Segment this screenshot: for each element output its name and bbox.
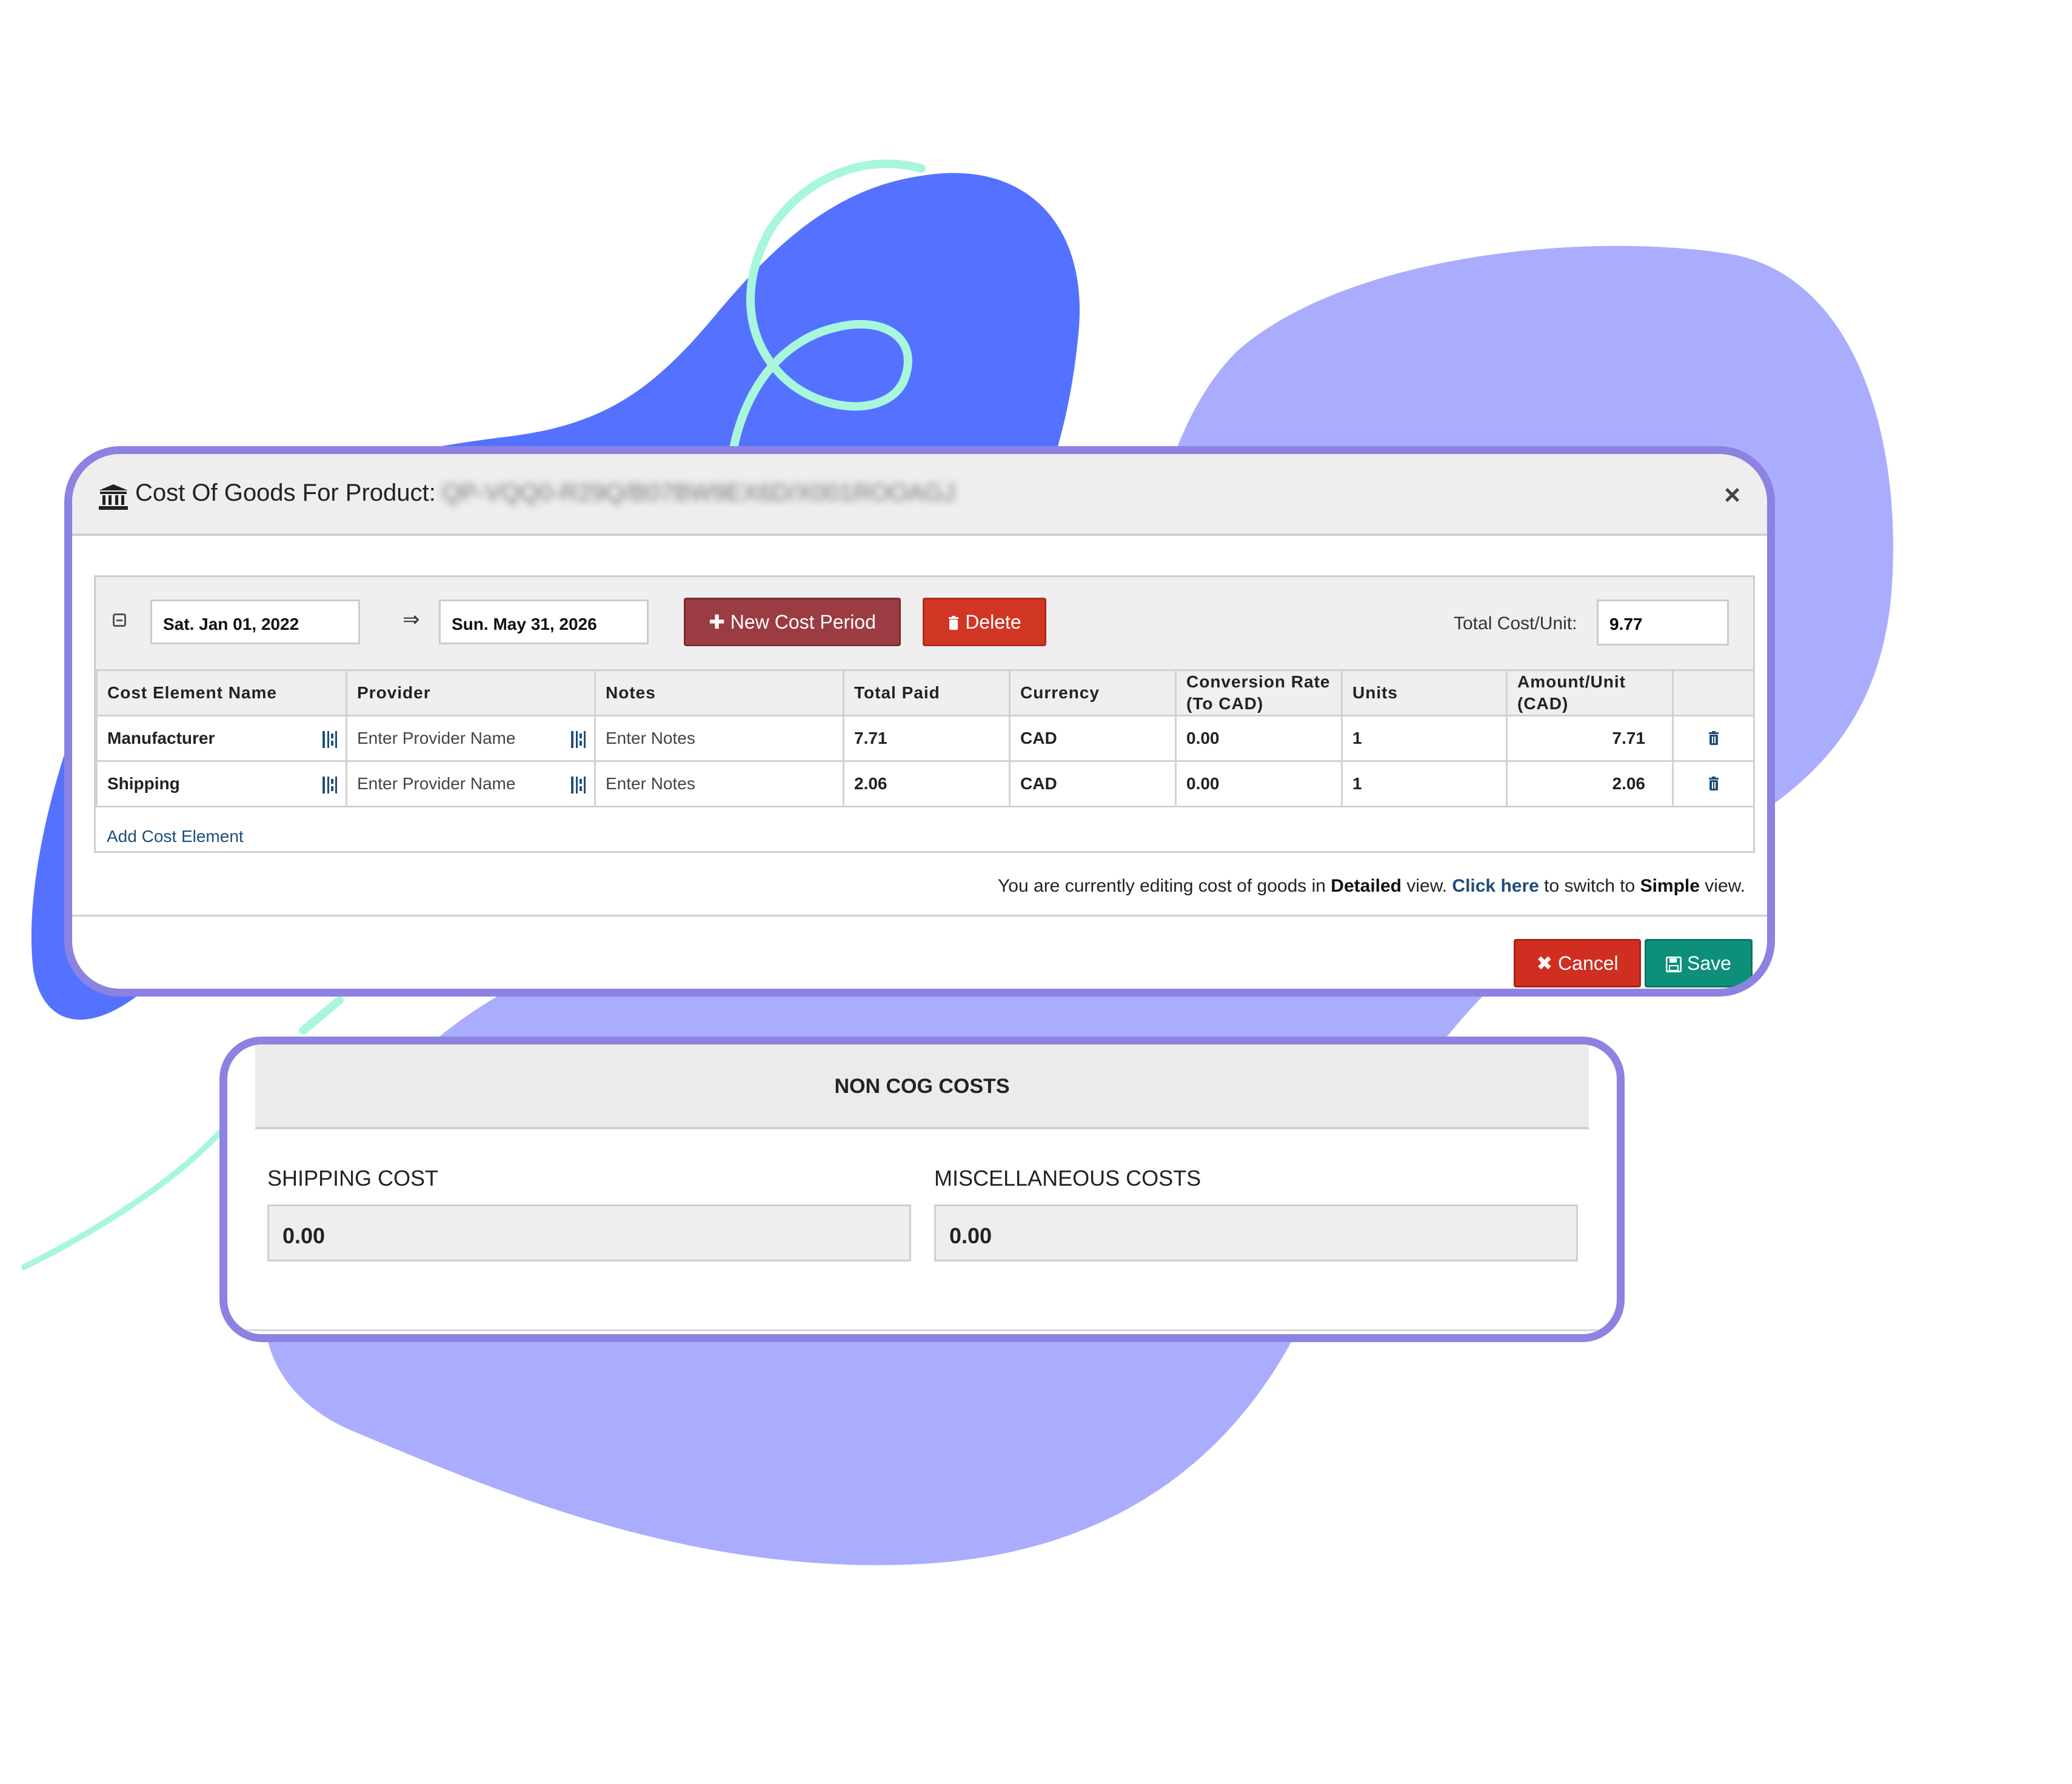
mint-line-short xyxy=(299,996,344,1035)
product-id: QP-VQQ0-R29Q/B07BW9EX6D/X001ROOAGJ xyxy=(441,479,955,506)
date-range-arrow-icon: ⇒ xyxy=(403,608,420,631)
view-mode-alternate: Simple xyxy=(1640,876,1700,896)
provider-input: Enter Provider Name xyxy=(357,729,516,747)
notes-input[interactable]: Enter Notes xyxy=(594,760,844,807)
provider-input: Enter Provider Name xyxy=(357,774,516,793)
barcode-icon[interactable] xyxy=(571,777,587,793)
new-cost-period-button[interactable]: ✚ New Cost Period xyxy=(684,598,901,646)
cost-element-name-cell[interactable]: Manufacturer xyxy=(96,715,347,762)
amount-per-unit: 7.71 xyxy=(1506,715,1674,762)
dialog-header: Cost Of Goods For Product: QP-VQQ0-R29Q/B… xyxy=(72,454,1767,536)
barcode-icon[interactable] xyxy=(322,731,338,748)
column-header: Total Paid xyxy=(843,669,1011,717)
column-header xyxy=(1672,669,1755,717)
total-paid-input[interactable]: 7.71 xyxy=(843,715,1011,762)
units-input[interactable]: 1 xyxy=(1341,760,1508,807)
cost-period-panel: Sat. Jan 01, 2022 ⇒ Sun. May 31, 2026 ✚ … xyxy=(94,575,1755,853)
currency-select[interactable]: CAD xyxy=(1009,760,1177,807)
new-cost-period-label: New Cost Period xyxy=(730,611,876,633)
currency-select[interactable]: CAD xyxy=(1009,715,1177,762)
view-note-middle: view. xyxy=(1406,876,1448,896)
column-header: Cost Element Name xyxy=(96,669,347,717)
shipping-cost-input[interactable]: 0.00 xyxy=(267,1204,911,1261)
footer-divider xyxy=(72,915,1767,917)
save-label: Save xyxy=(1686,952,1731,974)
provider-cell[interactable]: Enter Provider Name xyxy=(346,760,596,807)
cost-element-name: Shipping xyxy=(107,774,180,793)
dialog-title-text: Cost Of Goods For Product: xyxy=(135,479,436,506)
trash-icon xyxy=(949,616,959,630)
miscellaneous-costs-input[interactable]: 0.00 xyxy=(934,1204,1578,1261)
cancel-label: Cancel xyxy=(1558,952,1619,974)
amount-per-unit: 2.06 xyxy=(1506,760,1674,807)
cost-of-goods-dialog: Cost Of Goods For Product: QP-VQQ0-R29Q/B… xyxy=(64,446,1775,997)
miscellaneous-costs-label: MISCELLANEOUS COSTS xyxy=(934,1166,1201,1191)
floppy-disk-icon xyxy=(1665,956,1682,973)
table-row: Manufacturer Enter Provider Name Enter N… xyxy=(96,715,1755,762)
column-header: Currency xyxy=(1009,669,1177,717)
add-cost-element-link[interactable]: Add Cost Element xyxy=(107,827,244,846)
cost-element-name: Manufacturer xyxy=(107,729,215,747)
non-cog-header: NON COG COSTS xyxy=(255,1044,1589,1129)
column-header: Provider xyxy=(346,669,596,717)
view-mode-current: Detailed xyxy=(1331,876,1402,896)
view-mode-note: You are currently editing cost of goods … xyxy=(998,876,1745,897)
provider-cell[interactable]: Enter Provider Name xyxy=(346,715,596,762)
end-date-input[interactable]: Sun. May 31, 2026 xyxy=(439,600,649,644)
save-button[interactable]: Save xyxy=(1645,939,1753,987)
cost-elements-table: Cost Element Name Provider Notes Total P… xyxy=(96,669,1755,807)
view-note-prefix: You are currently editing cost of goods … xyxy=(998,876,1326,896)
close-icon: ✖ xyxy=(1536,952,1559,974)
delete-button[interactable]: Delete xyxy=(923,598,1046,646)
close-icon[interactable]: × xyxy=(1724,478,1740,511)
units-input[interactable]: 1 xyxy=(1341,715,1508,762)
notes-input[interactable]: Enter Notes xyxy=(594,715,844,762)
total-cost-label: Total Cost/Unit: xyxy=(1454,613,1577,633)
view-note-suffix: to switch to xyxy=(1544,876,1636,896)
column-header: Notes xyxy=(594,669,844,717)
dialog-title: Cost Of Goods For Product: QP-VQQ0-R29Q/B… xyxy=(135,479,955,507)
conversion-rate-input[interactable]: 0.00 xyxy=(1175,715,1343,762)
table-row: Shipping Enter Provider Name Enter Notes… xyxy=(96,760,1755,807)
mint-line xyxy=(21,1118,233,1270)
non-cog-costs-panel: NON COG COSTS SHIPPING COST 0.00 MISCELL… xyxy=(219,1037,1625,1342)
bank-icon xyxy=(99,484,128,510)
cost-element-name-cell[interactable]: Shipping xyxy=(96,760,347,807)
collapse-icon[interactable] xyxy=(113,613,126,627)
shipping-cost-label: SHIPPING COST xyxy=(267,1166,439,1191)
trash-icon[interactable] xyxy=(1708,777,1720,791)
period-toolbar: Sat. Jan 01, 2022 ⇒ Sun. May 31, 2026 ✚ … xyxy=(96,577,1753,669)
column-header: Conversion Rate (To CAD) xyxy=(1175,669,1343,717)
trash-icon[interactable] xyxy=(1708,731,1720,746)
conversion-rate-input[interactable]: 0.00 xyxy=(1175,760,1343,807)
column-header: Units xyxy=(1341,669,1508,717)
view-note-end: view. xyxy=(1705,876,1745,896)
total-paid-input[interactable]: 2.06 xyxy=(843,760,1011,807)
switch-view-link[interactable]: Click here xyxy=(1452,876,1539,896)
non-cog-title: NON COG COSTS xyxy=(834,1075,1010,1098)
column-header: Amount/Unit (CAD) xyxy=(1506,669,1674,717)
total-cost-input[interactable]: 9.77 xyxy=(1597,600,1729,646)
row-delete-cell xyxy=(1672,715,1755,762)
start-date-input[interactable]: Sat. Jan 01, 2022 xyxy=(150,600,360,644)
barcode-icon[interactable] xyxy=(571,731,587,748)
cancel-button[interactable]: ✖ Cancel xyxy=(1514,939,1641,987)
plus-icon: ✚ xyxy=(709,611,730,633)
delete-label: Delete xyxy=(965,611,1021,633)
non-cog-divider xyxy=(227,1329,1617,1331)
row-delete-cell xyxy=(1672,760,1755,807)
barcode-icon[interactable] xyxy=(322,777,338,793)
table-header-row: Cost Element Name Provider Notes Total P… xyxy=(96,669,1755,717)
